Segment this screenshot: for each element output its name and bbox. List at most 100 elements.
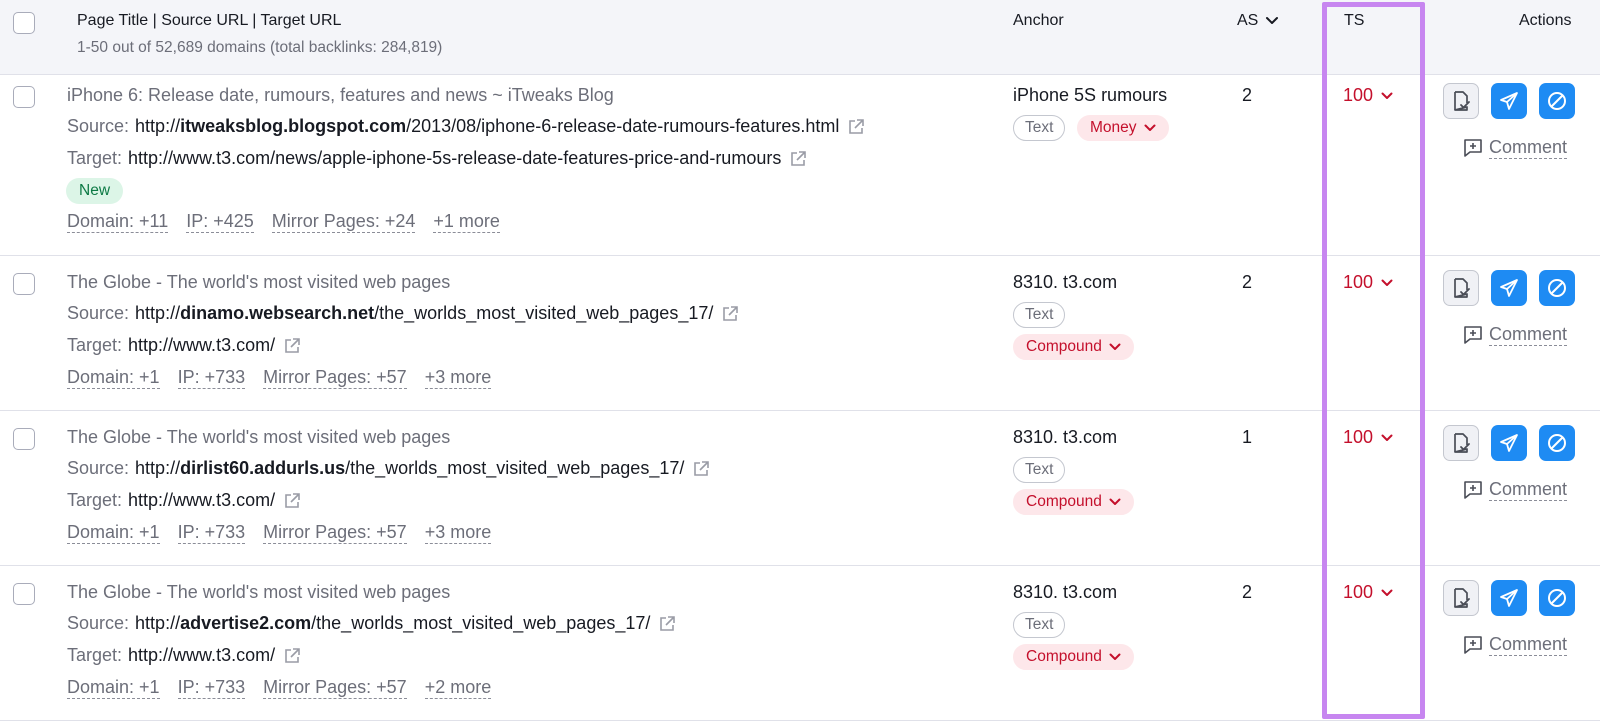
source-url[interactable]: Source: http://itweaksblog.blogspot.com /… xyxy=(67,116,865,137)
target-label: Target: xyxy=(67,490,123,510)
anchor-category-tag[interactable]: Money xyxy=(1077,115,1169,141)
comment-link[interactable]: Comment xyxy=(1463,634,1568,656)
anchor-category-label: Compound xyxy=(1026,648,1102,665)
review-doc-icon xyxy=(1454,588,1470,608)
external-link-icon[interactable] xyxy=(847,118,865,136)
anchor-type-tag: Text xyxy=(1013,302,1066,328)
page-title[interactable]: The Globe - The world's most visited web… xyxy=(67,427,450,448)
comment-plus-icon xyxy=(1464,636,1482,654)
sort-chevron-down-icon xyxy=(1266,17,1279,24)
metric-domain[interactable]: Domain: +1 xyxy=(67,677,160,699)
source-domain: itweaksblog.blogspot.com xyxy=(180,116,407,136)
disavow-button[interactable] xyxy=(1539,580,1575,616)
anchor-category-label: Money xyxy=(1090,119,1137,136)
comment-plus-icon xyxy=(1464,139,1482,157)
source-url[interactable]: Source: http://advertise2.com/the_worlds… xyxy=(67,613,676,634)
metric-more[interactable]: +2 more xyxy=(424,677,492,699)
disavow-button[interactable] xyxy=(1539,270,1575,306)
metric-mirror-pages[interactable]: Mirror Pages: +57 xyxy=(263,367,407,389)
metric-mirror-pages[interactable]: Mirror Pages: +24 xyxy=(271,211,416,233)
comment-plus-icon xyxy=(1464,326,1482,344)
select-all-checkbox[interactable] xyxy=(13,12,35,34)
comment-link[interactable]: Comment xyxy=(1463,479,1568,501)
metric-more[interactable]: +3 more xyxy=(424,522,492,544)
metric-domain[interactable]: Domain: +1 xyxy=(67,522,160,544)
metric-ip[interactable]: IP: +425 xyxy=(186,211,254,233)
chevron-down-icon xyxy=(1381,92,1393,99)
row-checkbox[interactable] xyxy=(13,583,35,605)
send-outreach-button[interactable] xyxy=(1491,83,1527,119)
source-url[interactable]: Source: http://dirlist60.addurls.us/the_… xyxy=(67,458,710,479)
column-header-page[interactable]: Page Title | Source URL | Target URL xyxy=(77,12,341,30)
send-outreach-button[interactable] xyxy=(1491,580,1527,616)
comment-link[interactable]: Comment xyxy=(1463,137,1568,159)
page-title[interactable]: The Globe - The world's most visited web… xyxy=(67,582,450,603)
metrics: Domain: +1 IP: +733 Mirror Pages: +57 +3 mo… xyxy=(67,367,509,389)
metric-ip[interactable]: IP: +733 xyxy=(177,677,246,699)
toxicity-score-dropdown[interactable]: 100 xyxy=(1343,272,1393,293)
comment-link[interactable]: Comment xyxy=(1463,324,1568,346)
review-doc-icon xyxy=(1454,91,1470,111)
source-label: Source: xyxy=(67,303,130,323)
toxicity-score-dropdown[interactable]: 100 xyxy=(1343,427,1393,448)
chevron-down-icon xyxy=(1381,434,1393,441)
row-checkbox[interactable] xyxy=(13,273,35,295)
metric-domain[interactable]: Domain: +11 xyxy=(67,211,169,233)
comment-plus-icon xyxy=(1464,481,1482,499)
review-button[interactable] xyxy=(1443,425,1479,461)
source-url[interactable]: Source: http://dinamo.websearch.net/the_… xyxy=(67,303,739,324)
target-url[interactable]: Target: http://www.t3.com/ xyxy=(67,490,301,511)
target-url[interactable]: Target: http://www.t3.com/news/apple-iph… xyxy=(67,148,807,169)
metric-ip[interactable]: IP: +733 xyxy=(177,522,246,544)
source-label: Source: xyxy=(67,116,130,136)
anchor-category-tag[interactable]: Compound xyxy=(1013,334,1134,360)
send-outreach-button[interactable] xyxy=(1491,270,1527,306)
target-url[interactable]: Target: http://www.t3.com/ xyxy=(67,645,301,666)
comment-label: Comment xyxy=(1489,137,1568,159)
target-url[interactable]: Target: http://www.t3.com/ xyxy=(67,335,301,356)
metric-more[interactable]: +3 more xyxy=(424,367,492,389)
page-title[interactable]: iPhone 6: Release date, rumours, feature… xyxy=(67,85,614,106)
target-label: Target: xyxy=(67,645,123,665)
toxicity-score-dropdown[interactable]: 100 xyxy=(1343,85,1393,106)
anchor-text: 8310. t3.com xyxy=(1013,582,1118,602)
external-link-icon[interactable] xyxy=(658,615,676,633)
external-link-icon[interactable] xyxy=(283,492,301,510)
source-path: /2013/08/iphone-6-release-date-rumours-f… xyxy=(406,116,840,136)
block-icon xyxy=(1548,279,1566,297)
target-label: Target: xyxy=(67,148,123,168)
authority-score: 1 xyxy=(1242,427,1253,447)
row-checkbox[interactable] xyxy=(13,86,35,108)
external-link-icon[interactable] xyxy=(692,460,710,478)
metric-domain[interactable]: Domain: +1 xyxy=(67,367,160,389)
source-label: Source: xyxy=(67,613,130,633)
chevron-down-icon xyxy=(1109,498,1121,505)
chevron-down-icon xyxy=(1144,124,1156,131)
source-domain: dirlist60.addurls.us xyxy=(180,458,346,478)
external-link-icon[interactable] xyxy=(283,337,301,355)
external-link-icon[interactable] xyxy=(283,647,301,665)
column-header-actions: Actions xyxy=(1519,12,1572,29)
metric-mirror-pages[interactable]: Mirror Pages: +57 xyxy=(263,677,407,699)
page-title[interactable]: The Globe - The world's most visited web… xyxy=(67,272,450,293)
external-link-icon[interactable] xyxy=(721,305,739,323)
anchor-category-tag[interactable]: Compound xyxy=(1013,644,1134,670)
toxicity-score-dropdown[interactable]: 100 xyxy=(1343,582,1393,603)
send-icon xyxy=(1500,589,1518,607)
anchor-category-tag[interactable]: Compound xyxy=(1013,489,1134,515)
disavow-button[interactable] xyxy=(1539,83,1575,119)
column-header-as[interactable]: AS xyxy=(1237,12,1279,30)
metric-more[interactable]: +1 more xyxy=(433,211,500,233)
review-button[interactable] xyxy=(1443,83,1479,119)
review-button[interactable] xyxy=(1443,270,1479,306)
review-button[interactable] xyxy=(1443,580,1479,616)
chevron-down-icon xyxy=(1381,279,1393,286)
row-checkbox[interactable] xyxy=(13,428,35,450)
metric-mirror-pages[interactable]: Mirror Pages: +57 xyxy=(263,522,407,544)
external-link-icon[interactable] xyxy=(789,150,807,168)
disavow-button[interactable] xyxy=(1539,425,1575,461)
column-header-ts[interactable]: TS xyxy=(1344,12,1364,30)
send-outreach-button[interactable] xyxy=(1491,425,1527,461)
column-header-anchor[interactable]: Anchor xyxy=(1013,12,1064,30)
metric-ip[interactable]: IP: +733 xyxy=(177,367,246,389)
